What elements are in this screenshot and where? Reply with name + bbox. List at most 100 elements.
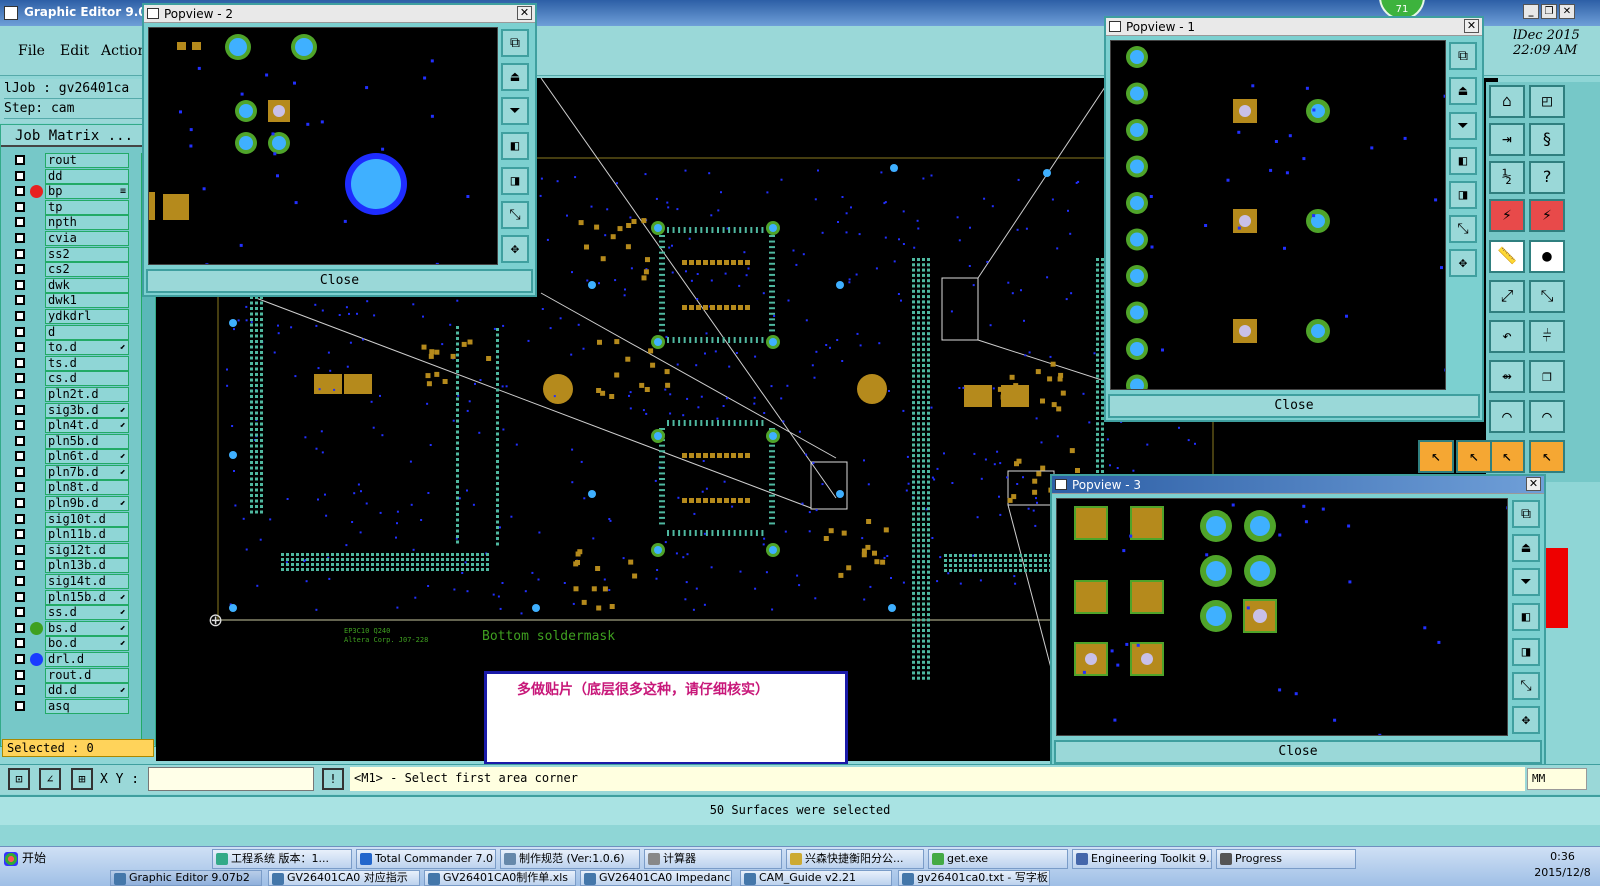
move-icon[interactable]: ⇴ bbox=[1489, 360, 1525, 393]
popview-3-titlebar[interactable]: Popview - 3 ✕ bbox=[1052, 476, 1544, 494]
layer-row[interactable]: ss.d ⬋ bbox=[5, 605, 129, 621]
layer-row[interactable]: dwk1 bbox=[5, 293, 129, 309]
layer-checkbox[interactable] bbox=[15, 638, 25, 649]
popview-1-titlebar[interactable]: Popview - 1 ✕ bbox=[1106, 18, 1482, 36]
layer-row[interactable]: drl.d bbox=[5, 652, 129, 668]
layer-name[interactable]: pln15b.d ⬋ bbox=[45, 589, 129, 605]
layer-row[interactable]: bo.d ⬋ bbox=[5, 636, 129, 652]
layer-row[interactable]: rout.d bbox=[5, 667, 129, 684]
popview-1-close-icon[interactable]: ✕ bbox=[1464, 19, 1479, 33]
zoom-in-icon[interactable]: ✥ bbox=[1512, 706, 1540, 734]
popview-3-close-icon[interactable]: ✕ bbox=[1526, 477, 1541, 491]
layer-checkbox[interactable] bbox=[15, 248, 25, 259]
zoom-area-icon[interactable]: ⊡ bbox=[8, 768, 30, 790]
layer-row[interactable]: asq bbox=[5, 698, 129, 715]
layer-name[interactable]: pln7b.d ⬋ bbox=[45, 464, 129, 480]
fit-view-icon[interactable]: ⧉ bbox=[501, 29, 529, 57]
layer-row[interactable]: pln4t.d ⬋ bbox=[5, 418, 129, 434]
layer-row[interactable]: sig10t.d bbox=[5, 511, 129, 528]
symbol-icon[interactable]: § bbox=[1529, 123, 1565, 156]
layer-name[interactable]: ss.d ⬋ bbox=[45, 605, 129, 621]
layer-name[interactable]: cs2 bbox=[45, 262, 129, 278]
layer-checkbox[interactable] bbox=[15, 264, 25, 275]
layer-name[interactable]: dwk1 bbox=[45, 293, 129, 309]
layer-checkbox[interactable] bbox=[15, 560, 25, 571]
layer-row[interactable]: sig12t.d bbox=[5, 542, 129, 559]
layer-checkbox[interactable] bbox=[15, 326, 25, 337]
layer-row[interactable]: sig3b.d ⬋ bbox=[5, 402, 129, 419]
select-icon[interactable]: ↖ bbox=[1489, 440, 1525, 473]
layer-checkbox[interactable] bbox=[15, 310, 25, 321]
job-matrix-button[interactable]: Job Matrix ... bbox=[1, 125, 155, 147]
layer-checkbox[interactable] bbox=[15, 404, 25, 415]
pan-up-icon[interactable]: ⏏ bbox=[501, 63, 529, 91]
layer-checkbox[interactable] bbox=[15, 685, 25, 696]
layer-row[interactable]: sig14t.d bbox=[5, 574, 129, 590]
measure-2-icon[interactable]: ⤡ bbox=[1529, 280, 1565, 313]
layer-row[interactable]: dd.d ⬋ bbox=[5, 683, 129, 699]
layer-row[interactable]: dwk bbox=[5, 277, 129, 294]
popview-2-titlebar[interactable]: Popview - 2 ✕ bbox=[144, 5, 535, 23]
xy-input[interactable] bbox=[148, 767, 314, 791]
align-icon[interactable]: ⫩ bbox=[1529, 320, 1565, 353]
layer-name[interactable]: bs.d ⬋ bbox=[45, 620, 129, 636]
popview-2-viewport[interactable] bbox=[148, 27, 498, 265]
alert-icon[interactable]: ! bbox=[322, 768, 344, 790]
net-red-icon[interactable]: ⚡ bbox=[1489, 199, 1525, 232]
layer-name[interactable]: bo.d ⬋ bbox=[45, 636, 129, 652]
layer-row[interactable]: cs2 bbox=[5, 262, 129, 278]
layer-checkbox[interactable] bbox=[15, 513, 25, 524]
popview-1[interactable]: Popview - 1 ✕ Close ⧉ ⏏ ⏷ ◧ ◨ ⤡ ✥ bbox=[1104, 16, 1484, 422]
pan-down-icon[interactable]: ⏷ bbox=[1512, 568, 1540, 596]
layer-name[interactable]: dd.d ⬋ bbox=[45, 683, 129, 699]
taskbar-item[interactable]: 计算器 bbox=[644, 849, 782, 869]
layer-name[interactable]: bp ≡ bbox=[45, 184, 129, 200]
layer-row[interactable]: pln11b.d bbox=[5, 527, 129, 543]
layer-name[interactable]: pln9b.d ⬋ bbox=[45, 496, 129, 512]
layer-name[interactable]: drl.d bbox=[45, 652, 129, 667]
layer-name[interactable]: pln4t.d ⬋ bbox=[45, 418, 129, 434]
layer-checkbox[interactable] bbox=[15, 654, 25, 664]
pointer-2-icon[interactable]: ↖ bbox=[1456, 440, 1492, 473]
grid-icon[interactable]: ⊞ bbox=[71, 768, 93, 790]
layer-name[interactable]: pln11b.d bbox=[45, 527, 129, 543]
layer-checkbox[interactable] bbox=[15, 373, 25, 384]
layer-checkbox[interactable] bbox=[15, 482, 25, 493]
layer-row[interactable]: cs.d bbox=[5, 371, 129, 387]
layer-name[interactable]: pln8t.d bbox=[45, 480, 129, 496]
help-icon[interactable]: ? bbox=[1529, 161, 1565, 194]
layer-row[interactable]: pln6t.d ⬋ bbox=[5, 449, 129, 465]
layer-color-dot[interactable] bbox=[30, 653, 43, 666]
taskbar-item[interactable]: GV26401CA0制作单.xls bbox=[424, 870, 576, 886]
zoom-out-icon[interactable]: ⤡ bbox=[1449, 215, 1477, 243]
taskbar-item[interactable]: Graphic Editor 9.07b2 bbox=[110, 870, 262, 886]
snap-icon[interactable]: ⇥ bbox=[1489, 123, 1525, 156]
layer-checkbox[interactable] bbox=[15, 279, 25, 290]
pad-icon[interactable]: ● bbox=[1529, 240, 1565, 273]
pan-down-icon[interactable]: ⏷ bbox=[501, 97, 529, 125]
layer-row[interactable]: tp bbox=[5, 199, 129, 216]
layer-name[interactable]: pln5b.d bbox=[45, 433, 129, 449]
pan-right-icon[interactable]: ◨ bbox=[1449, 181, 1477, 209]
layer-name[interactable]: cvia bbox=[45, 230, 129, 246]
layer-row[interactable]: ss2 bbox=[5, 246, 129, 263]
layer-row[interactable]: pln2t.d bbox=[5, 386, 129, 403]
layer-name[interactable]: cs.d bbox=[45, 371, 129, 387]
layer-checkbox[interactable] bbox=[15, 186, 25, 197]
taskbar-item[interactable]: 工程系统 版本：1... bbox=[212, 849, 352, 869]
undo-icon[interactable]: ↶ bbox=[1489, 320, 1525, 353]
pan-up-icon[interactable]: ⏏ bbox=[1449, 77, 1477, 105]
restore-button[interactable]: ❐ bbox=[1541, 4, 1557, 19]
arc-2-icon[interactable]: ⌒ bbox=[1529, 400, 1565, 433]
popview-3-viewport[interactable] bbox=[1056, 498, 1508, 736]
arc-icon[interactable]: ⌒ bbox=[1489, 400, 1525, 433]
units-selector[interactable]: MM bbox=[1527, 768, 1587, 790]
layer-checkbox[interactable] bbox=[15, 622, 25, 633]
popview-3-close-button[interactable]: Close bbox=[1054, 740, 1542, 764]
layer-checkbox[interactable] bbox=[15, 170, 25, 181]
zoom-in-icon[interactable]: ✥ bbox=[1449, 249, 1477, 277]
layer-checkbox[interactable] bbox=[15, 591, 25, 602]
layer-name[interactable]: rout bbox=[45, 153, 129, 168]
layer-row[interactable]: ydkdrl bbox=[5, 308, 129, 325]
layer-name[interactable]: ss2 bbox=[45, 246, 129, 262]
